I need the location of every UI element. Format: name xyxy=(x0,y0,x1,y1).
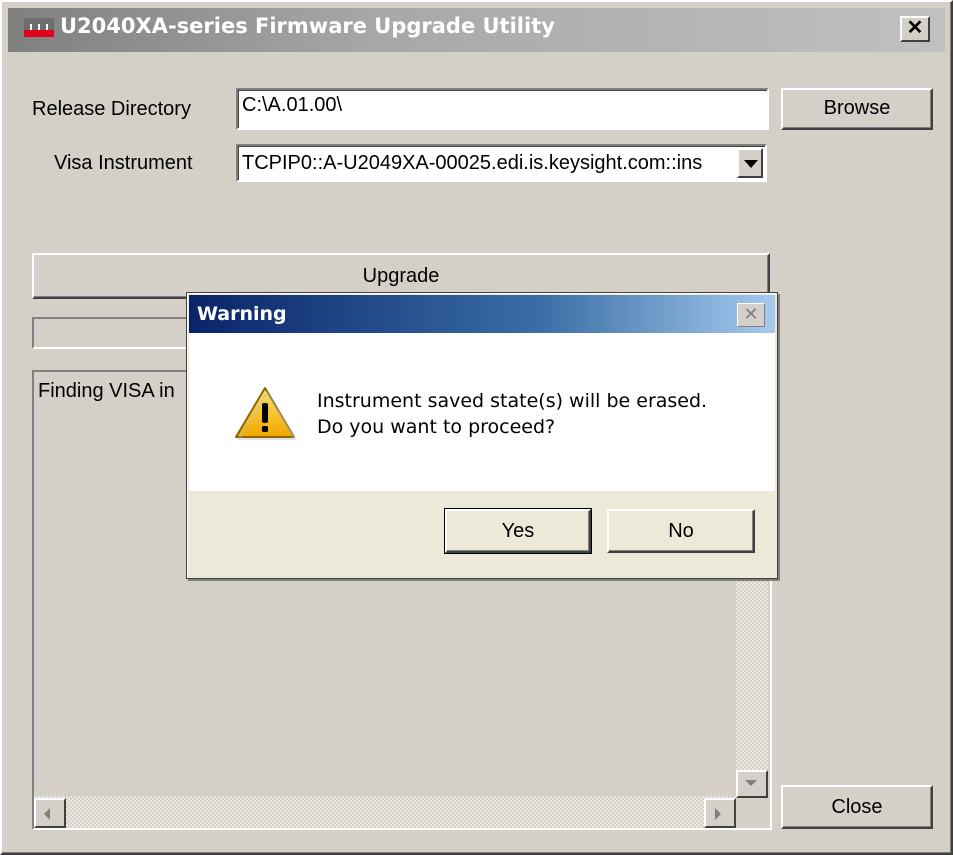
dropdown-button[interactable] xyxy=(737,148,763,178)
window-close-button[interactable]: ✕ xyxy=(900,16,930,42)
close-icon: ✕ xyxy=(906,17,924,39)
no-button[interactable]: No xyxy=(607,509,755,553)
arrow-down-icon xyxy=(745,780,757,786)
close-icon: ✕ xyxy=(743,304,759,324)
main-window: U2040XA-series Firmware Upgrade Utility … xyxy=(0,0,953,855)
dialog-message-line1: Instrument saved state(s) will be erased… xyxy=(317,390,708,412)
dialog-title: Warning xyxy=(197,303,287,325)
visa-instrument-value: TCPIP0::A-U2049XA-00025.edi.is.keysight.… xyxy=(242,152,703,174)
scroll-left-button[interactable] xyxy=(34,798,66,828)
dialog-message: Instrument saved state(s) will be erased… xyxy=(317,388,707,440)
scroll-down-button[interactable] xyxy=(736,770,768,798)
visa-instrument-label: Visa Instrument xyxy=(54,152,193,174)
scroll-right-button[interactable] xyxy=(704,798,736,828)
arrow-right-icon xyxy=(715,808,721,820)
yes-button[interactable]: Yes xyxy=(444,508,592,554)
release-directory-input[interactable]: C:\A.01.00\ xyxy=(236,88,769,130)
keysight-logo-icon xyxy=(24,18,54,40)
arrow-left-icon xyxy=(44,808,50,820)
warning-icon xyxy=(235,387,297,440)
release-directory-label: Release Directory xyxy=(32,98,191,120)
visa-instrument-combobox[interactable]: TCPIP0::A-U2049XA-00025.edi.is.keysight.… xyxy=(236,144,767,182)
dialog-close-button[interactable]: ✕ xyxy=(737,303,765,327)
window-title: U2040XA-series Firmware Upgrade Utility xyxy=(60,14,555,38)
dialog-title-bar: Warning ✕ xyxy=(189,295,775,333)
browse-button[interactable]: Browse xyxy=(781,88,933,130)
horizontal-scrollbar-track[interactable] xyxy=(34,796,736,828)
log-text: Finding VISA in xyxy=(38,380,175,402)
dialog-footer: Yes No xyxy=(189,491,775,577)
dialog-body: Instrument saved state(s) will be erased… xyxy=(189,333,775,491)
dialog-message-line2: Do you want to proceed? xyxy=(317,416,556,438)
close-button[interactable]: Close xyxy=(781,785,933,829)
chevron-down-icon xyxy=(744,160,758,168)
warning-dialog: Warning ✕ Instrument saved state(s) will… xyxy=(186,292,778,579)
